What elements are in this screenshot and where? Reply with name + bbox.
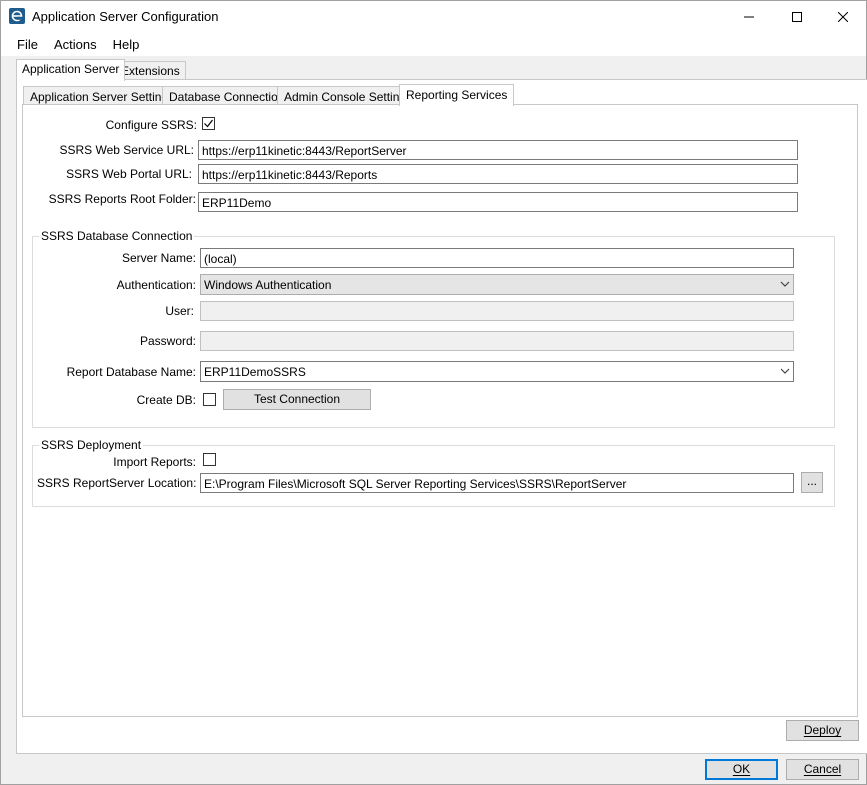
report-database-name-value: ERP11DemoSSRS — [204, 365, 306, 379]
deploy-button[interactable]: Deploy — [786, 720, 859, 741]
app-window: Application Server Configuration File Ac… — [0, 0, 867, 785]
close-icon — [838, 11, 848, 22]
tab-application-server[interactable]: Application Server — [16, 59, 126, 81]
web-portal-url-input[interactable]: https://erp11kinetic:8443/Reports — [198, 164, 798, 184]
database-group-title: SSRS Database Connection — [39, 229, 195, 243]
create-db-checkbox[interactable] — [203, 393, 216, 406]
tab-admin-console-settings[interactable]: Admin Console Settings — [277, 86, 420, 106]
maximize-button[interactable] — [774, 1, 820, 32]
minimize-icon — [744, 16, 754, 17]
import-reports-label: Import Reports: — [113, 455, 196, 469]
tab-extensions[interactable]: Extensions — [115, 61, 186, 81]
ok-button-label: OK — [732, 762, 751, 776]
browse-button[interactable]: ... — [801, 472, 823, 493]
menu-actions[interactable]: Actions — [46, 34, 105, 55]
create-db-label: Create DB: — [136, 393, 196, 407]
report-database-name-label: Report Database Name: — [66, 365, 196, 379]
maximize-icon — [792, 11, 802, 22]
window-title: Application Server Configuration — [32, 9, 219, 24]
menu-file[interactable]: File — [9, 34, 46, 55]
authentication-select[interactable]: Windows Authentication — [200, 274, 794, 295]
password-label: Password: — [139, 334, 196, 348]
password-input[interactable] — [200, 331, 794, 351]
import-reports-checkbox[interactable] — [203, 453, 216, 466]
authentication-label: Authentication: — [116, 278, 196, 292]
ok-button[interactable]: OK — [705, 759, 778, 780]
reports-root-folder-label: SSRS Reports Root Folder: — [48, 192, 196, 206]
tab-reporting-services[interactable]: Reporting Services — [399, 84, 515, 106]
web-service-url-label: SSRS Web Service URL: — [59, 143, 195, 157]
tab-database-connection[interactable]: Database Connection — [162, 86, 292, 106]
reports-root-folder-input[interactable]: ERP11Demo — [198, 192, 798, 212]
user-input[interactable] — [200, 301, 794, 321]
configure-ssrs-checkbox[interactable] — [202, 117, 215, 130]
report-database-name-select[interactable]: ERP11DemoSSRS — [200, 361, 794, 382]
deployment-group-title: SSRS Deployment — [39, 438, 144, 452]
app-logo-icon — [9, 8, 25, 24]
cancel-button[interactable]: Cancel — [786, 759, 859, 780]
reportserver-location-label: SSRS ReportServer Location: — [37, 476, 197, 490]
web-service-url-input[interactable]: https://erp11kinetic:8443/ReportServer — [198, 140, 798, 160]
server-name-label: Server Name: — [121, 251, 196, 265]
deploy-button-label: Deploy — [803, 723, 842, 737]
tab-application-server-settings[interactable]: Application Server Settings — [23, 86, 182, 106]
configure-ssrs-label: Configure SSRS: — [105, 118, 197, 132]
title-bar: Application Server Configuration — [1, 1, 866, 32]
server-name-input[interactable]: (local) — [200, 248, 794, 268]
menu-help[interactable]: Help — [105, 34, 148, 55]
minimize-button[interactable] — [726, 1, 772, 32]
check-icon — [204, 119, 213, 128]
authentication-value: Windows Authentication — [204, 278, 332, 292]
test-connection-button[interactable]: Test Connection — [223, 389, 371, 410]
reportserver-location-input[interactable]: E:\Program Files\Microsoft SQL Server Re… — [200, 473, 794, 493]
chevron-down-icon — [780, 281, 790, 287]
cancel-button-label: Cancel — [803, 762, 842, 776]
menu-bar: File Actions Help — [1, 32, 866, 56]
chevron-down-icon — [780, 368, 790, 374]
web-portal-url-label: SSRS Web Portal URL: — [66, 167, 192, 181]
close-window-button[interactable] — [820, 1, 866, 32]
user-label: User: — [165, 304, 194, 318]
